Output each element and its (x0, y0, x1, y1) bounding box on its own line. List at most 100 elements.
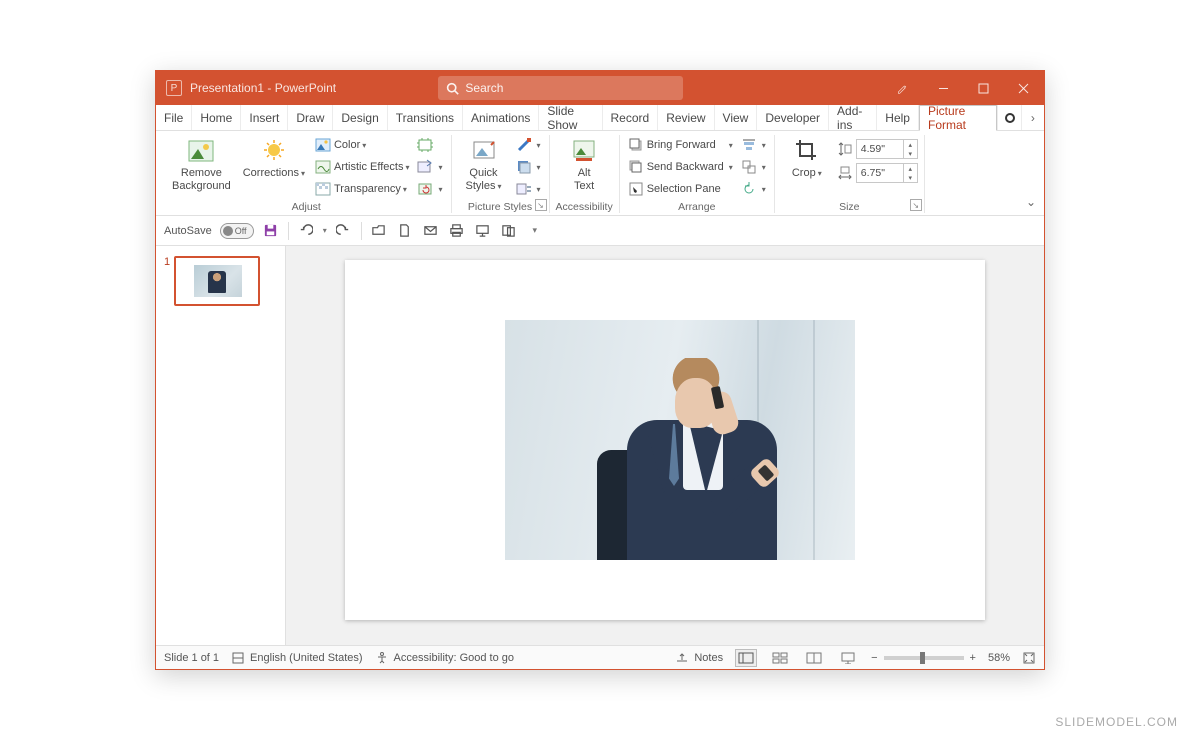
bring-forward-icon (628, 137, 644, 153)
height-input[interactable]: 4.59"▴▾ (856, 139, 918, 159)
reset-picture-button[interactable] (415, 179, 444, 199)
group-picture-styles: Quick Styles Picture Styles ↘ (452, 135, 550, 213)
crop-button[interactable]: Crop (781, 135, 833, 182)
tab-developer[interactable]: Developer (757, 105, 829, 130)
rotate-button[interactable] (739, 179, 768, 199)
align-button[interactable] (739, 135, 768, 155)
tab-file[interactable]: File (156, 105, 192, 130)
tab-view[interactable]: View (715, 105, 758, 130)
slide-canvas-area[interactable] (286, 246, 1044, 645)
tab-slide-show[interactable]: Slide Show (539, 105, 602, 130)
width-input[interactable]: 6.75"▴▾ (856, 163, 918, 183)
zoom-percentage[interactable]: 58% (988, 652, 1010, 664)
zoom-out-button[interactable]: − (871, 652, 877, 664)
alt-text-icon (569, 137, 599, 165)
slideshow-view-button[interactable] (837, 649, 859, 667)
search-box[interactable]: Search (438, 76, 683, 100)
tab-picture-format[interactable]: Picture Format (919, 105, 997, 131)
camera-tool-button[interactable] (997, 105, 1020, 130)
accessibility-indicator[interactable]: Accessibility: Good to go (375, 651, 514, 665)
zoom-control[interactable]: − + (871, 652, 976, 664)
group-size: Crop 4.59"▴▾ 6.75"▴▾ Size ↘ (775, 135, 925, 213)
close-button[interactable] (1004, 71, 1044, 105)
group-objects-button[interactable] (739, 157, 768, 177)
qat-customize-button[interactable]: ▾ (526, 222, 544, 240)
language-indicator[interactable]: English (United States) (231, 651, 363, 665)
transparency-icon (315, 181, 331, 197)
quick-styles-icon (469, 137, 499, 165)
selection-pane-button[interactable]: Selection Pane (626, 179, 735, 199)
picture-layout-button[interactable] (514, 179, 543, 199)
touch-mouse-mode-button[interactable] (500, 222, 518, 240)
remove-background-button[interactable]: Remove Background (168, 135, 235, 194)
artistic-effects-button[interactable]: Artistic Effects (313, 157, 412, 177)
tab-help[interactable]: Help (877, 105, 919, 130)
zoom-slider[interactable] (884, 656, 964, 660)
undo-dropdown[interactable]: ▾ (323, 226, 327, 235)
email-button[interactable] (422, 222, 440, 240)
selection-pane-icon (628, 181, 644, 197)
color-button[interactable]: Color (313, 135, 412, 155)
normal-view-button[interactable] (735, 649, 757, 667)
coming-soon-icon[interactable] (888, 71, 918, 105)
inserted-picture[interactable] (505, 320, 855, 560)
tab-record[interactable]: Record (603, 105, 659, 130)
undo-button[interactable] (297, 222, 315, 240)
autosave-label: AutoSave (164, 225, 212, 237)
workspace: 1 (156, 246, 1044, 645)
redo-button[interactable] (335, 222, 353, 240)
slide-thumbnail-1[interactable] (174, 256, 260, 306)
ribbon-tabs: File Home Insert Draw Design Transitions… (156, 105, 1044, 131)
bring-forward-button[interactable]: Bring Forward (626, 135, 735, 155)
remove-background-icon (186, 137, 216, 165)
zoom-in-button[interactable]: + (970, 652, 976, 664)
tab-animations[interactable]: Animations (463, 105, 539, 130)
tab-draw[interactable]: Draw (288, 105, 333, 130)
tab-add-ins[interactable]: Add-ins (829, 105, 877, 130)
quick-print-button[interactable] (448, 222, 466, 240)
slide-indicator[interactable]: Slide 1 of 1 (164, 652, 219, 664)
change-picture-button[interactable] (415, 157, 444, 177)
corrections-button[interactable]: Corrections (239, 135, 309, 182)
autosave-toggle[interactable]: Off (220, 223, 254, 239)
slide-thumbnail-panel: 1 (156, 246, 286, 645)
slideshow-from-beginning-button[interactable] (474, 222, 492, 240)
ribbon: Remove Background Corrections Color Arti… (156, 131, 1044, 216)
size-dialog-launcher[interactable]: ↘ (910, 199, 922, 211)
new-button[interactable] (396, 222, 414, 240)
alt-text-button[interactable]: Alt Text (558, 135, 610, 194)
transparency-button[interactable]: Transparency (313, 179, 412, 199)
picture-effects-button[interactable] (514, 157, 543, 177)
width-icon (837, 165, 853, 181)
notes-button[interactable]: Notes (675, 651, 723, 665)
group-accessibility: Alt Text Accessibility (550, 135, 620, 213)
open-button[interactable] (370, 222, 388, 240)
picture-styles-dialog-launcher[interactable]: ↘ (535, 199, 547, 211)
rotate-icon (741, 181, 757, 197)
tab-insert[interactable]: Insert (241, 105, 288, 130)
tab-review[interactable]: Review (658, 105, 714, 130)
watermark: SLIDEMODEL.COM (1055, 715, 1178, 729)
reading-view-button[interactable] (803, 649, 825, 667)
collapse-ribbon-button[interactable]: ⌄ (1026, 195, 1036, 209)
powerpoint-window: P Presentation1 - PowerPoint Search File… (155, 70, 1045, 670)
tab-transitions[interactable]: Transitions (388, 105, 463, 130)
ribbon-overflow-button[interactable]: › (1021, 105, 1044, 130)
maximize-button[interactable] (964, 71, 1004, 105)
title-bar: P Presentation1 - PowerPoint Search (156, 71, 1044, 105)
save-button[interactable] (262, 222, 280, 240)
align-icon (741, 137, 757, 153)
minimize-button[interactable] (924, 71, 964, 105)
send-backward-button[interactable]: Send Backward (626, 157, 735, 177)
tab-design[interactable]: Design (333, 105, 387, 130)
slide-sorter-view-button[interactable] (769, 649, 791, 667)
compress-pictures-button[interactable] (415, 135, 444, 155)
picture-border-icon (516, 137, 532, 153)
tab-home[interactable]: Home (192, 105, 241, 130)
app-icon: P (166, 80, 182, 96)
fit-to-window-button[interactable] (1022, 651, 1036, 665)
thumbnail-number: 1 (164, 256, 170, 306)
picture-border-button[interactable] (514, 135, 543, 155)
slide-1[interactable] (345, 260, 985, 620)
quick-styles-button[interactable]: Quick Styles (458, 135, 510, 194)
